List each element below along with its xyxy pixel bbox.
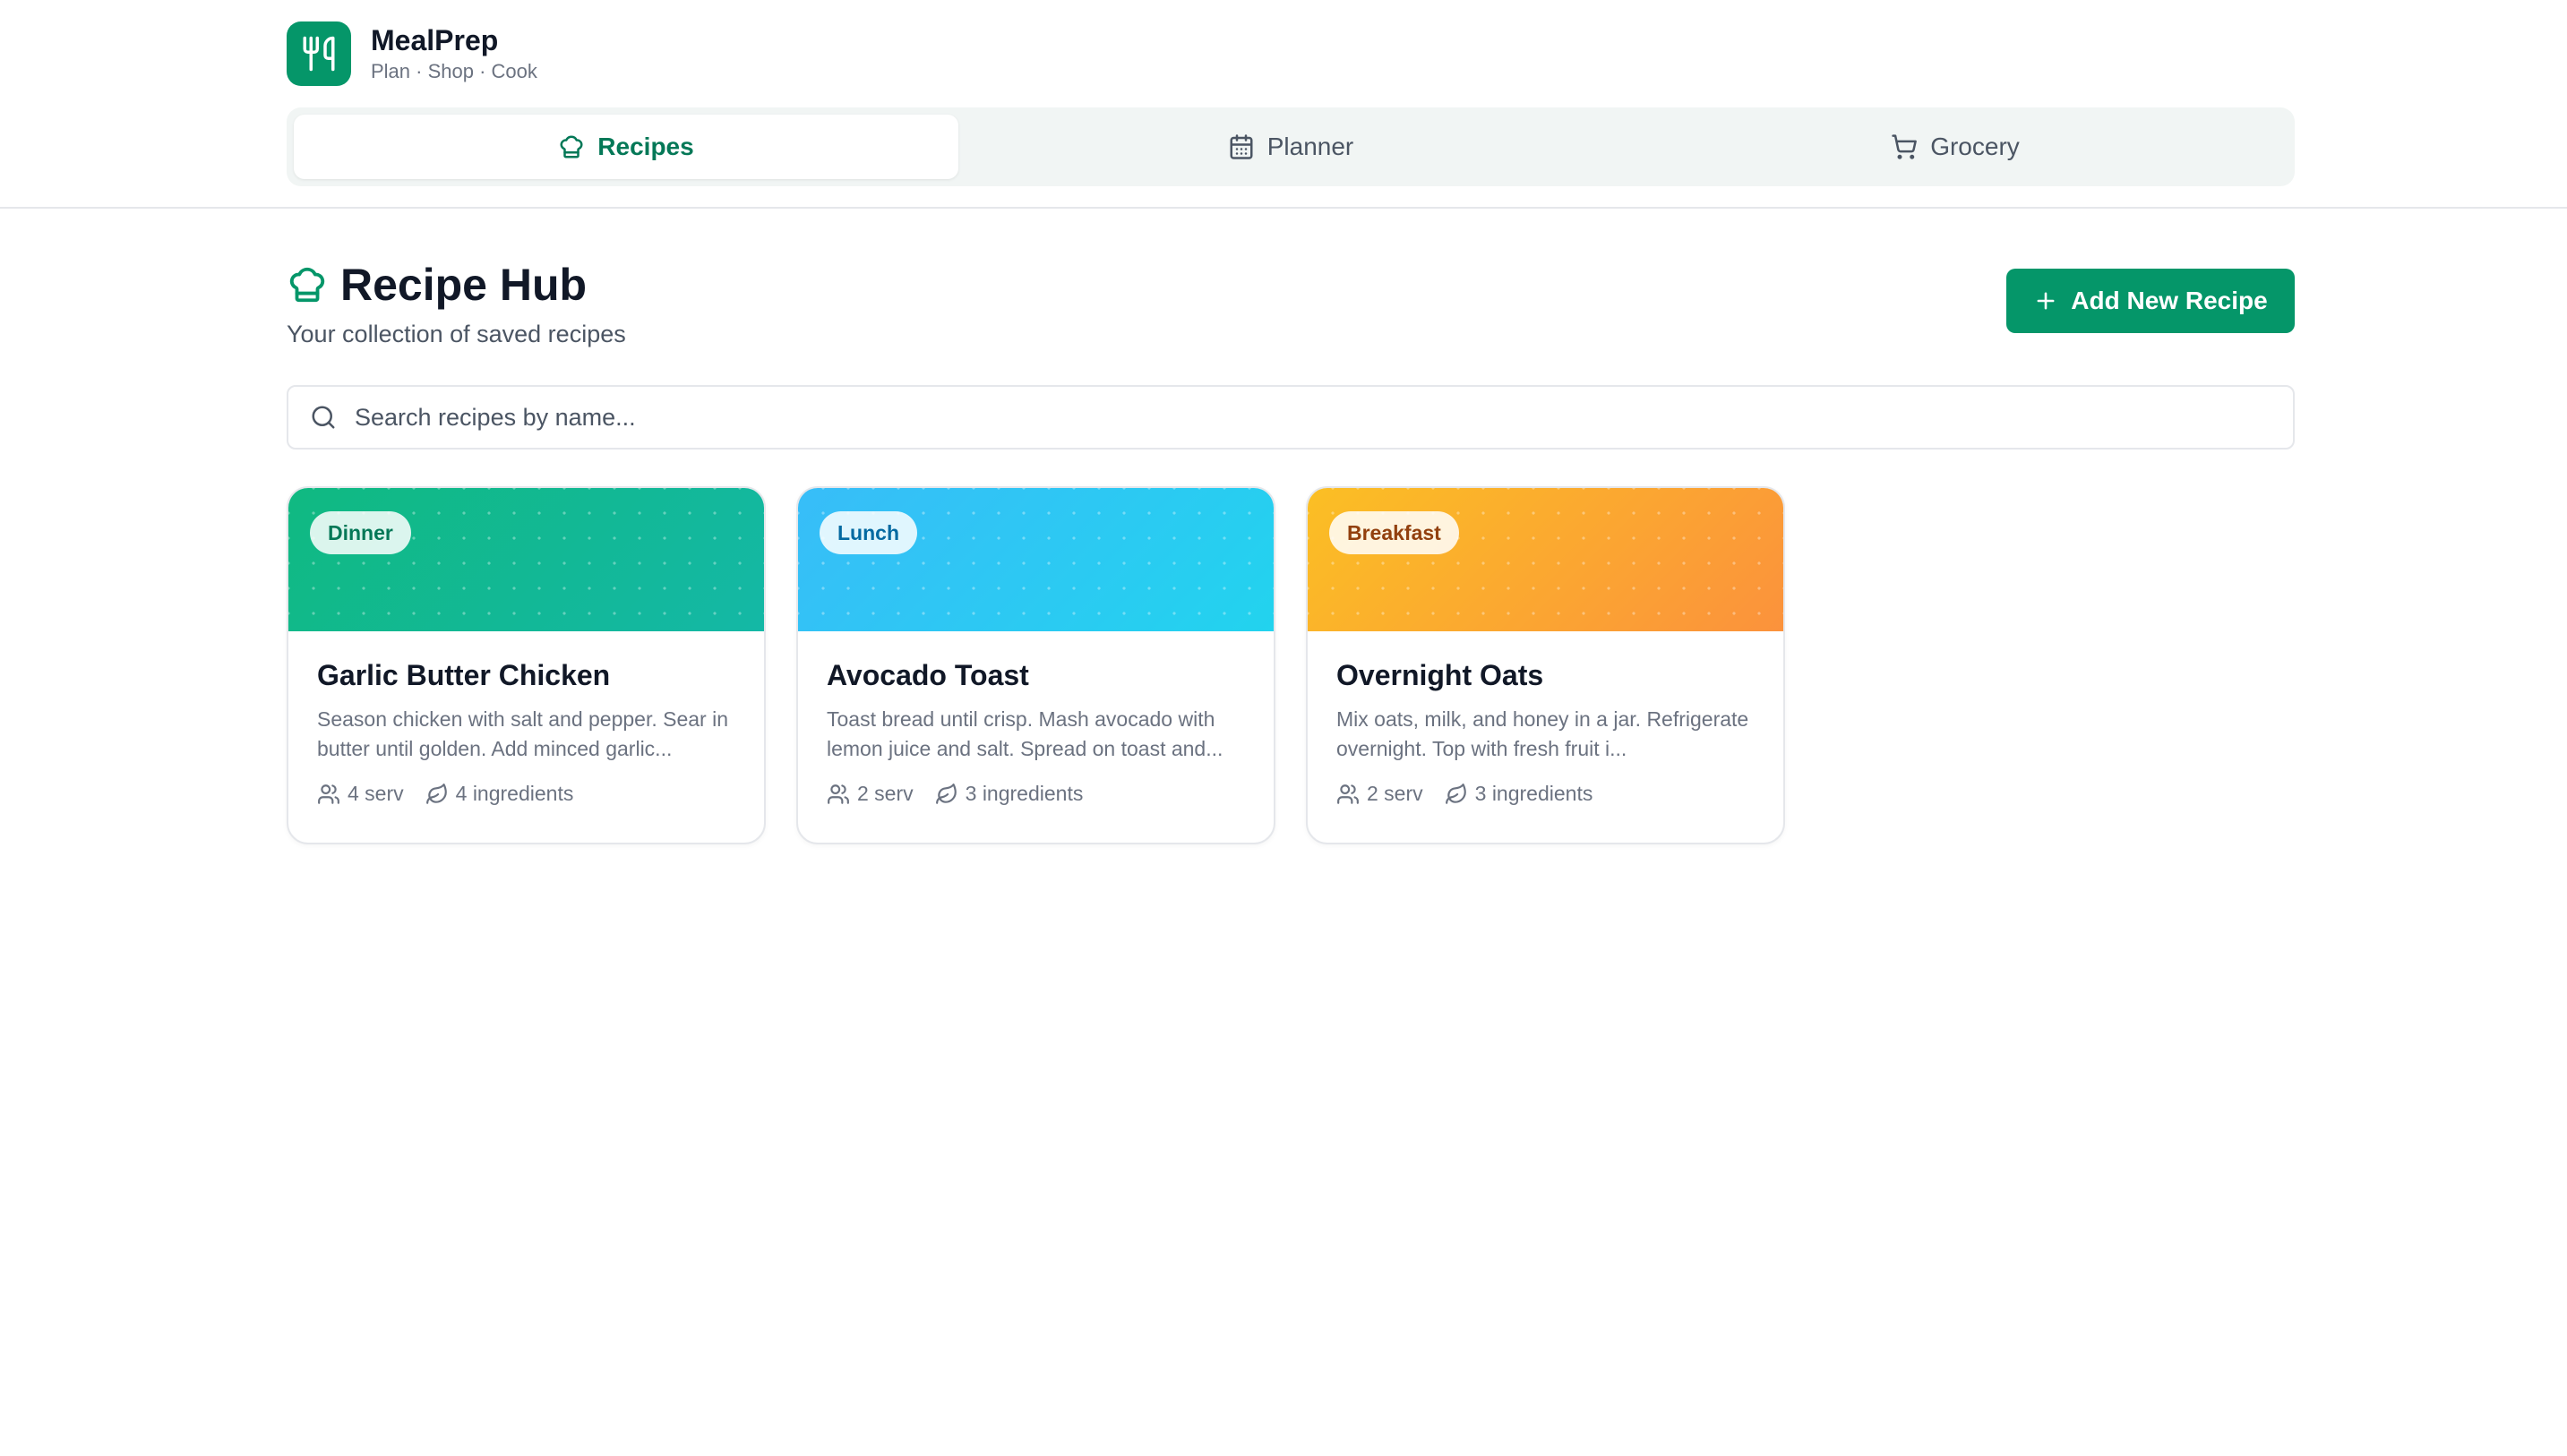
recipe-description: Mix oats, milk, and honey in a jar. Refr… — [1336, 707, 1749, 760]
category-badge: Breakfast — [1329, 511, 1459, 554]
recipe-description: Toast bread until crisp. Mash avocado wi… — [827, 707, 1223, 760]
calendar-icon — [1230, 134, 1253, 159]
shopping-cart-icon — [1892, 134, 1918, 159]
card-banner: Lunch — [798, 488, 1274, 631]
search-icon — [312, 406, 335, 429]
ingredients-count: 3 ingredients — [1474, 782, 1593, 805]
leaf-icon — [425, 783, 447, 804]
users-icon — [1337, 784, 1359, 804]
chef-hat-icon — [560, 135, 583, 158]
brand[interactable]: MealPrep Plan · Shop · Cook — [287, 21, 537, 86]
utensils-icon — [287, 21, 351, 86]
servings-count: 2 serv — [1367, 782, 1423, 805]
page-header: Recipe Hub Your collection of saved reci… — [287, 258, 626, 349]
users-icon — [318, 784, 339, 804]
recipe-card[interactable]: Breakfast Overnight Oats Mix oats, milk,… — [1306, 486, 1785, 844]
chef-hat-icon — [289, 267, 325, 303]
leaf-icon — [1445, 783, 1466, 804]
category-badge: Dinner — [310, 511, 411, 554]
page-title: Recipe Hub — [340, 260, 588, 310]
tab-planner[interactable]: Planner — [958, 115, 1623, 179]
ingredients-count: 3 ingredients — [965, 782, 1084, 805]
app-tagline: Plan · Shop · Cook — [371, 60, 537, 82]
add-new-recipe-button[interactable]: Add New Recipe — [2006, 269, 2295, 333]
tab-label: Planner — [1266, 133, 1354, 160]
servings-count: 4 serv — [348, 782, 404, 805]
recipe-card[interactable]: Lunch Avocado Toast Toast bread until cr… — [796, 486, 1275, 844]
tab-grocery[interactable]: Grocery — [1623, 115, 2288, 179]
plus-icon — [2037, 292, 2055, 310]
card-banner: Breakfast — [1308, 488, 1783, 631]
recipe-grid: Dinner Garlic Butter Chicken Season chic… — [287, 486, 1785, 844]
search-box — [287, 385, 2295, 450]
add-button-label: Add New Recipe — [2071, 287, 2268, 314]
app-name: MealPrep — [371, 24, 499, 56]
app-header: MealPrep Plan · Shop · Cook Recipes Plan… — [0, 0, 2567, 209]
tab-label: Recipes — [597, 133, 694, 160]
page-subtitle: Your collection of saved recipes — [287, 321, 626, 347]
search-input[interactable] — [355, 403, 2236, 432]
recipe-title: Avocado Toast — [827, 659, 1029, 691]
tab-label: Grocery — [1930, 133, 2020, 160]
main-tabs: Recipes Planner Grocery — [287, 107, 2295, 186]
ingredients-count: 4 ingredients — [455, 782, 574, 805]
recipe-title: Garlic Butter Chicken — [317, 659, 611, 691]
users-icon — [828, 784, 849, 804]
recipe-description: Season chicken with salt and pepper. Sea… — [317, 707, 729, 760]
category-badge: Lunch — [820, 511, 917, 554]
tab-recipes[interactable]: Recipes — [294, 115, 958, 179]
servings-count: 2 serv — [857, 782, 914, 805]
recipe-card[interactable]: Dinner Garlic Butter Chicken Season chic… — [287, 486, 766, 844]
leaf-icon — [935, 783, 957, 804]
card-banner: Dinner — [288, 488, 764, 631]
recipe-title: Overnight Oats — [1336, 659, 1544, 691]
